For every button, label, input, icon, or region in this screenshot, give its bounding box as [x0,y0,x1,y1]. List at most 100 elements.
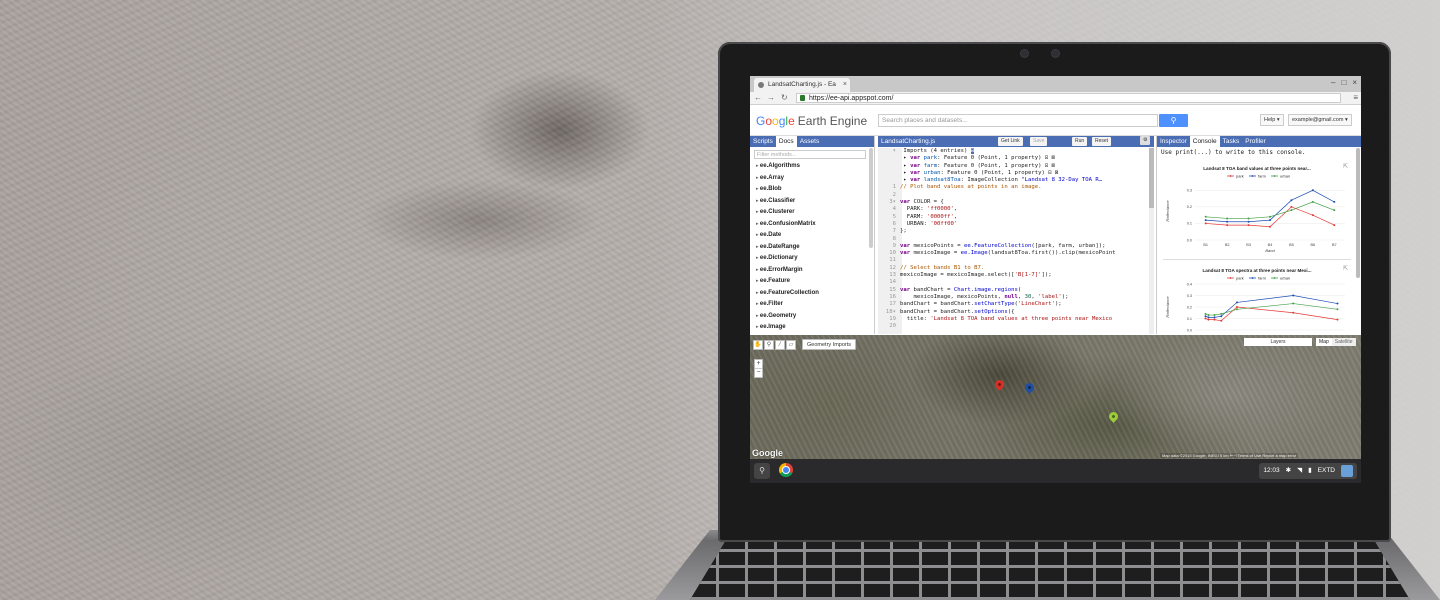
data-point-park [1290,205,1293,208]
method-item[interactable]: ee.Dictionary [756,253,819,265]
method-item[interactable]: ee.Blob [756,184,819,196]
polygon-tool-icon[interactable]: ▱ [786,340,796,350]
gear-icon[interactable]: ⚙ [1140,136,1151,145]
data-point-urban [1236,308,1238,311]
map-type-map[interactable]: Map [1316,338,1332,346]
line-tool-icon[interactable]: ⁄ [775,340,785,350]
help-button[interactable]: Help ▾ [1260,114,1284,126]
battery-icon: ▮ [1308,467,1312,474]
geometry-imports-button[interactable]: Geometry Imports [802,339,857,350]
zoom-control: + − [754,359,763,378]
address-bar[interactable]: https://ee-api.appspot.com/ [796,93,1341,103]
method-item[interactable]: ee.Filter [756,299,819,311]
method-item[interactable]: ee.Array [756,173,819,185]
data-point-urban [1247,217,1250,220]
code-area[interactable]: ▾ Imports (4 entries) ⊟ ▸ var park: Feat… [878,148,1148,334]
reset-button[interactable]: Reset [1092,137,1112,146]
data-point-park [1311,214,1314,217]
method-item[interactable]: ee.Classifier [756,196,819,208]
series-line-urban [1205,303,1338,316]
filter-methods-input[interactable]: Filter methods... [754,150,866,159]
method-item[interactable]: ee.ConfusionMatrix [756,219,819,231]
data-point-farm [1333,200,1336,203]
chrome-browser-icon[interactable] [779,463,793,477]
data-point-park [1236,306,1238,308]
y-tick-label: 0.4 [1187,282,1192,286]
wifi-icon: ◥ [1297,467,1303,474]
legend-marker [1229,277,1232,279]
google-logo: Google [752,448,783,458]
map-type-satellite[interactable]: Satellite [1331,338,1356,346]
method-item[interactable]: ee.DateRange [756,242,819,254]
sensor-icon [1052,50,1059,57]
tab-tasks[interactable]: Tasks [1220,136,1243,147]
search-button[interactable]: ⚲ [1159,114,1188,127]
method-item[interactable]: ee.Geometry [756,311,819,323]
x-tick-label: B2 [1225,243,1230,247]
method-item[interactable]: ee.Algorithms [756,161,819,173]
zoom-in-button[interactable]: + [755,360,762,369]
tab-profiler[interactable]: Profiler [1242,136,1269,147]
data-point-urban [1207,314,1210,317]
map-attribution: Map data ©2015 Google, INEGI 5 km ⊢⊣ Ter… [1160,453,1299,458]
save-button[interactable]: Save [1030,137,1048,146]
method-list: ee.Algorithms ee.Array ee.Blob ee.Classi… [756,161,819,334]
legend-marker [1251,277,1254,279]
browser-tab[interactable]: LandsatCharting.js - Ea × [754,78,850,92]
y-tick-label: 0.3 [1187,294,1192,298]
spectra-chart: Landsat 8 TOA spectra at three points ne… [1163,264,1351,334]
data-point-park [1226,224,1229,227]
data-point-park [1213,318,1216,321]
close-tab-icon[interactable]: × [843,78,847,92]
launcher-search-icon[interactable]: ⚲ [754,463,770,479]
bluetooth-icon: ✱ [1285,467,1292,474]
method-item[interactable]: ee.FeatureCollection [756,288,819,300]
y-tick-label: 0.2 [1187,205,1192,209]
y-axis-label: Reflectance [1165,200,1170,222]
editor-scrollbar[interactable] [1149,148,1154,334]
close-window-icon[interactable]: × [1352,78,1357,87]
method-item[interactable]: ee.Feature [756,276,819,288]
search-input[interactable]: Search places and datasets... [878,114,1158,127]
reload-icon[interactable]: ↻ [781,93,788,102]
map[interactable]: ✋ ⚲ ⁄ ▱ Geometry Imports + − Layers Map S… [750,335,1361,459]
hand-tool-icon[interactable]: ✋ [753,340,763,350]
run-button[interactable]: Run [1072,137,1088,146]
layers-button[interactable]: Layers [1244,338,1312,346]
x-tick-label: B6 [1311,243,1316,247]
tab-assets[interactable]: Assets [797,136,823,147]
data-point-park [1207,318,1210,321]
back-icon[interactable]: ← [754,93,762,102]
forward-icon[interactable]: → [767,93,775,102]
tab-docs[interactable]: Docs [775,136,797,147]
earth-engine-logo[interactable]: Google Earth Engine [756,114,867,128]
account-button[interactable]: example@gmail.com ▾ [1288,114,1352,126]
data-point-farm [1220,315,1223,318]
status-tray[interactable]: 12:03 ✱ ◥ ▮ EXTD [1259,463,1357,479]
method-item[interactable]: ee.Image [756,322,819,334]
get-link-button[interactable]: Get Link [998,137,1023,146]
tab-console[interactable]: Console [1189,136,1220,147]
console-scrollbar[interactable] [1356,148,1360,278]
data-point-park [1247,224,1250,227]
maximize-icon[interactable]: □ [1341,78,1346,87]
tab-scripts[interactable]: Scripts [750,136,776,147]
data-point-urban [1336,308,1339,311]
docs-scrollbar[interactable] [869,148,873,248]
tab-inspector[interactable]: Inspector [1157,136,1190,147]
legend-label: farm [1258,276,1267,281]
data-point-park [1204,317,1207,320]
window-controls: – □ × [1331,78,1357,87]
legend-label: park [1236,276,1244,281]
method-item[interactable]: ee.Clusterer [756,207,819,219]
minimize-icon[interactable]: – [1331,78,1335,87]
method-item[interactable]: ee.ErrorMargin [756,265,819,277]
browser-menu-icon[interactable]: ≡ [1353,93,1358,102]
data-point-farm [1204,315,1207,318]
drawing-tools: ✋ ⚲ ⁄ ▱ [753,340,796,350]
zoom-out-button[interactable]: − [755,369,762,377]
data-point-urban [1290,209,1293,212]
data-point-urban [1269,215,1271,218]
point-tool-icon[interactable]: ⚲ [764,340,774,350]
method-item[interactable]: ee.Date [756,230,819,242]
